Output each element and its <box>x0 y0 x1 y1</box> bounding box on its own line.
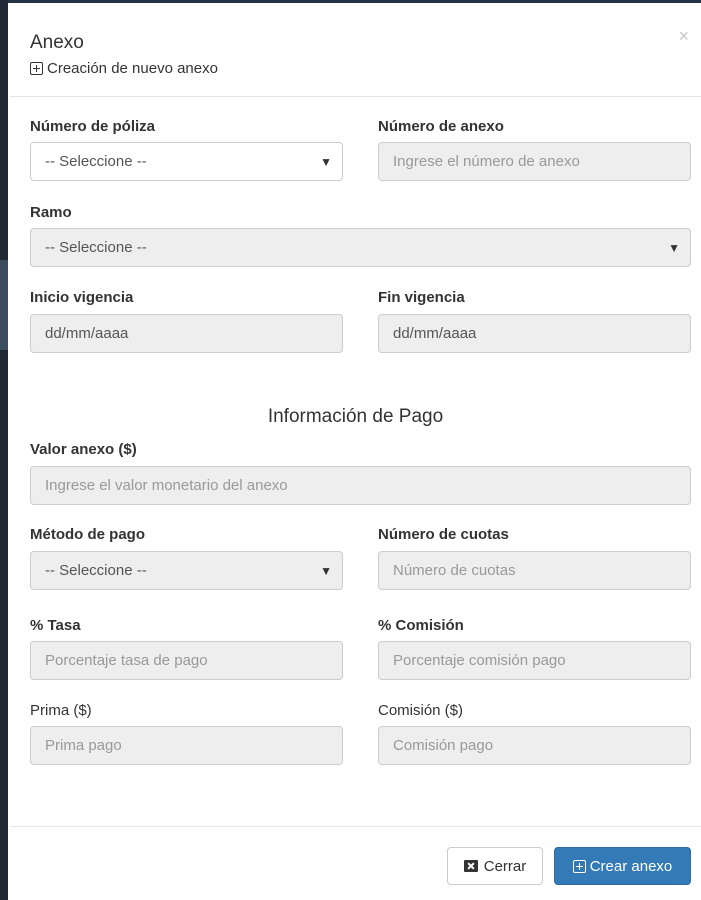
ramo-value: -- Seleccione -- <box>45 239 147 256</box>
chevron-down-icon: ▼ <box>320 155 332 169</box>
metodo-pago-select[interactable]: -- Seleccione -- ▼ <box>30 551 343 590</box>
ramo-select[interactable]: -- Seleccione -- ▼ <box>30 228 691 267</box>
background-page-edge <box>0 0 8 900</box>
numero-anexo-placeholder: Ingrese el número de anexo <box>393 153 580 170</box>
create-anexo-button[interactable]: Crear anexo <box>554 847 691 885</box>
numero-anexo-input[interactable]: Ingrese el número de anexo <box>378 142 691 181</box>
close-button-label: Cerrar <box>483 857 527 875</box>
chevron-down-icon: ▼ <box>668 241 680 255</box>
modal-subtitle-text: Creación de nuevo anexo <box>47 60 218 77</box>
plus-box-icon <box>572 859 586 873</box>
comision-label: Comisión ($) <box>378 702 464 719</box>
tasa-label: % Tasa <box>30 617 81 634</box>
chevron-down-icon: ▼ <box>320 564 332 578</box>
screen: Anexo Creación de nuevo anexo × Número d… <box>0 0 701 900</box>
tasa-input[interactable]: Porcentaje tasa de pago <box>30 641 343 680</box>
valor-anexo-label: Valor anexo ($) <box>30 441 137 458</box>
modal-header: Anexo Creación de nuevo anexo × <box>10 8 701 97</box>
numero-anexo-label: Número de anexo <box>378 118 504 135</box>
numero-poliza-value: -- Seleccione -- <box>45 153 147 170</box>
numero-cuotas-placeholder: Número de cuotas <box>393 562 516 579</box>
plus-box-icon <box>30 62 43 75</box>
fin-vigencia-label: Fin vigencia <box>378 289 465 306</box>
prima-input[interactable]: Prima pago <box>30 726 343 765</box>
prima-placeholder: Prima pago <box>45 737 122 754</box>
numero-cuotas-input[interactable]: Número de cuotas <box>378 551 691 590</box>
inicio-vigencia-placeholder: dd/mm/aaaa <box>45 325 129 342</box>
numero-poliza-label: Número de póliza <box>30 118 156 135</box>
modal-subtitle: Creación de nuevo anexo <box>30 60 218 77</box>
close-icon[interactable]: × <box>678 26 689 47</box>
modal-title: Anexo <box>30 32 84 53</box>
fin-vigencia-placeholder: dd/mm/aaaa <box>393 325 477 342</box>
background-top-edge <box>8 0 701 3</box>
inicio-vigencia-input[interactable]: dd/mm/aaaa <box>30 314 343 353</box>
valor-anexo-placeholder: Ingrese el valor monetario del anexo <box>45 477 288 494</box>
comision-pct-placeholder: Porcentaje comisión pago <box>393 652 566 669</box>
fin-vigencia-input[interactable]: dd/mm/aaaa <box>378 314 691 353</box>
prima-label: Prima ($) <box>30 702 92 719</box>
metodo-pago-value: -- Seleccione -- <box>45 562 147 579</box>
tasa-placeholder: Porcentaje tasa de pago <box>45 652 208 669</box>
comision-placeholder: Comisión pago <box>393 737 494 754</box>
payment-section-title: Información de Pago <box>267 406 444 427</box>
numero-cuotas-label: Número de cuotas <box>378 526 509 543</box>
comision-input[interactable]: Comisión pago <box>378 726 691 765</box>
comision-pct-input[interactable]: Porcentaje comisión pago <box>378 641 691 680</box>
close-button[interactable]: Cerrar <box>447 847 543 885</box>
comision-pct-label: % Comisión <box>378 617 464 634</box>
valor-anexo-input[interactable]: Ingrese el valor monetario del anexo <box>30 466 691 505</box>
ramo-label: Ramo <box>30 204 72 221</box>
background-edge-mark <box>0 260 8 350</box>
numero-poliza-select[interactable]: -- Seleccione -- ▼ <box>30 142 343 181</box>
create-button-label: Crear anexo <box>589 857 673 875</box>
modal-dialog: Anexo Creación de nuevo anexo × Número d… <box>10 8 701 900</box>
modal-footer: Cerrar Crear anexo <box>10 826 701 900</box>
inicio-vigencia-label: Inicio vigencia <box>30 289 134 306</box>
metodo-pago-label: Método de pago <box>30 526 145 543</box>
close-box-icon <box>463 860 478 872</box>
